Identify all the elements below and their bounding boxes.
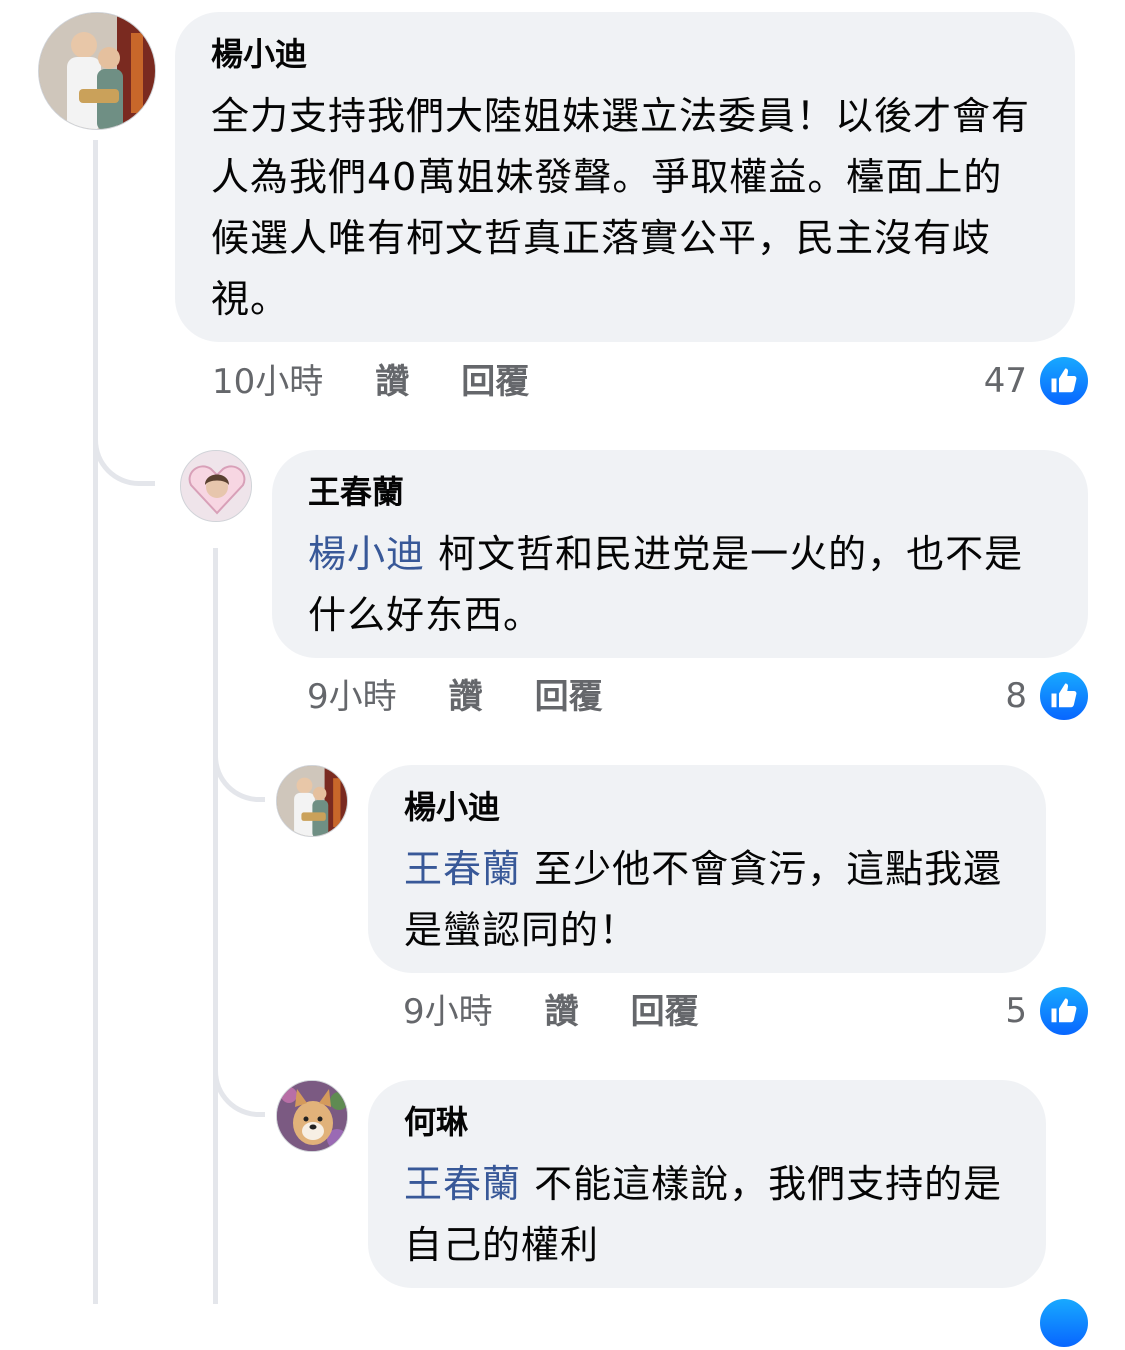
thumbs-up-icon	[1037, 1296, 1091, 1350]
avatar[interactable]	[180, 450, 252, 522]
reply-button[interactable]: 回覆	[631, 992, 699, 1032]
like-button[interactable]: 讚	[375, 362, 409, 402]
avatar-photo	[181, 451, 251, 521]
like-count: 8	[1005, 676, 1027, 716]
reply-timestamp[interactable]: 9小時	[307, 677, 397, 717]
avatar-photo	[277, 766, 347, 836]
reply-bubble[interactable]: 楊小迪 王春蘭 至少他不會貪污，這點我還是蠻認同的！	[368, 765, 1046, 973]
reaction-count[interactable]: 47	[984, 354, 1091, 408]
reply-button[interactable]: 回覆	[535, 677, 603, 717]
avatar-photo	[277, 1081, 347, 1151]
thread-connector-reply-2	[213, 720, 265, 802]
thread-connector-reply-1	[93, 400, 155, 486]
like-button[interactable]: 讚	[449, 677, 483, 717]
reply-text: 楊小迪 柯文哲和民进党是一火的，也不是什么好东西。	[308, 524, 1058, 646]
like-count: 5	[1005, 991, 1027, 1031]
comment-text: 全力支持我們大陸姐妹選立法委員！以後才會有人為我們40萬姐妹發聲。爭取權益。檯面…	[211, 94, 1031, 321]
reply-button[interactable]: 回覆	[461, 362, 529, 402]
mention-link[interactable]: 王春蘭	[404, 847, 521, 891]
mention-link[interactable]: 楊小迪	[308, 532, 425, 576]
thread-connector-reply-3	[213, 1035, 265, 1117]
like-count: 47	[983, 361, 1027, 401]
thread-line-main	[93, 140, 98, 1304]
comment-timestamp[interactable]: 10小時	[212, 362, 323, 402]
mention-link[interactable]: 王春蘭	[404, 1162, 521, 1206]
reaction-count[interactable]: 5	[1005, 984, 1091, 1038]
avatar[interactable]	[276, 765, 348, 837]
thumbs-up-icon	[1037, 984, 1091, 1038]
reply-timestamp[interactable]: 9小時	[403, 992, 493, 1032]
reply-author[interactable]: 王春蘭	[308, 472, 1058, 512]
thread-line-nested	[213, 548, 218, 1304]
avatar[interactable]	[38, 12, 156, 130]
thumbs-up-icon	[1037, 669, 1091, 723]
comment-actions: 10小時 讚 回覆	[212, 362, 529, 402]
comment-bubble[interactable]: 楊小迪 全力支持我們大陸姐妹選立法委員！以後才會有人為我們40萬姐妹發聲。爭取權…	[175, 12, 1075, 342]
reply-author[interactable]: 楊小迪	[404, 787, 1016, 827]
avatar[interactable]	[276, 1080, 348, 1152]
reaction-count[interactable]: 8	[1005, 669, 1091, 723]
thumbs-up-icon	[1037, 354, 1091, 408]
reply-actions: 9小時 讚 回覆	[403, 992, 699, 1032]
reply-text: 王春蘭 至少他不會貪污，這點我還是蠻認同的！	[404, 839, 1016, 961]
reply-author[interactable]: 何琳	[404, 1102, 1016, 1142]
like-button[interactable]: 讚	[545, 992, 579, 1032]
reply-bubble[interactable]: 王春蘭 楊小迪 柯文哲和民进党是一火的，也不是什么好东西。	[272, 450, 1088, 658]
avatar-photo	[39, 13, 155, 129]
reply-actions: 9小時 讚 回覆	[307, 677, 603, 717]
comment-author[interactable]: 楊小迪	[211, 34, 1041, 74]
reply-text: 王春蘭 不能這樣說，我們支持的是自己的權利	[404, 1154, 1016, 1276]
reply-bubble[interactable]: 何琳 王春蘭 不能這樣說，我們支持的是自己的權利	[368, 1080, 1046, 1288]
